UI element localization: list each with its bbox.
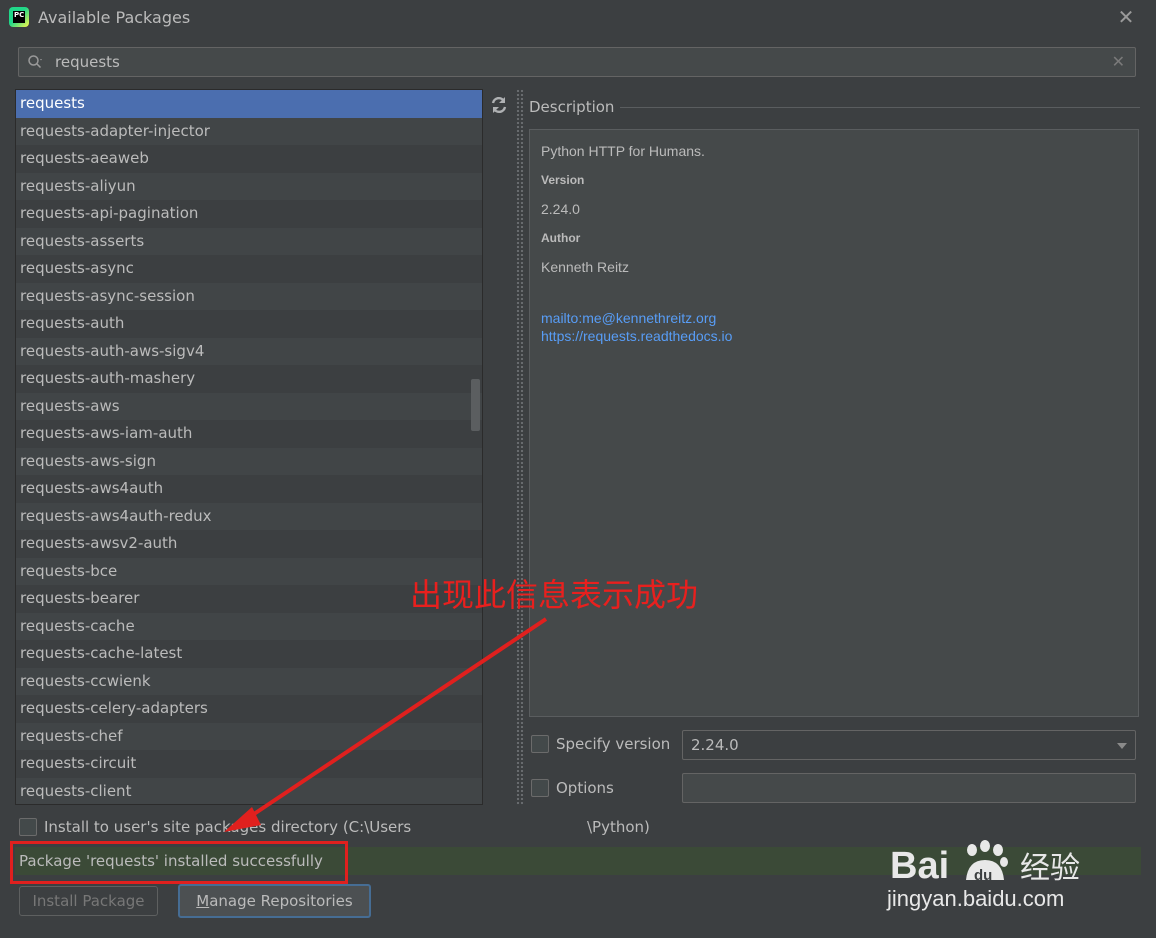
highlight-box	[10, 841, 348, 884]
options-label: Options	[556, 779, 614, 797]
package-list-item[interactable]: requests-api-pagination	[16, 200, 482, 228]
title-bar: PC Available Packages ✕	[0, 0, 1156, 36]
svg-text:Bai: Bai	[890, 845, 949, 887]
watermark-url: jingyan.baidu.com	[887, 886, 1065, 911]
panel-splitter[interactable]	[516, 89, 525, 805]
package-summary: Python HTTP for Humans.	[541, 143, 705, 159]
install-to-user-label-end: \Python)	[587, 818, 650, 836]
package-list-item[interactable]: requests-auth-mashery	[16, 365, 482, 393]
homepage-link[interactable]: https://requests.readthedocs.io	[541, 327, 1127, 345]
package-list-item[interactable]: requests-cache	[16, 612, 482, 640]
search-input[interactable]	[55, 51, 1095, 73]
package-list-scrollbar[interactable]	[471, 379, 480, 431]
package-list-item[interactable]: requests-auth-aws-sigv4	[16, 337, 482, 365]
package-list-item[interactable]: requests-aws4auth-redux	[16, 502, 482, 530]
version-header: Version	[541, 173, 585, 187]
version-value: 2.24.0	[541, 201, 580, 217]
author-value: Kenneth Reitz	[541, 259, 629, 275]
manage-repositories-button[interactable]: Manage Repositories	[178, 884, 371, 918]
package-list-item[interactable]: requests-aws-iam-auth	[16, 420, 482, 448]
close-icon[interactable]: ✕	[1114, 5, 1138, 29]
install-to-user-checkbox[interactable]	[19, 818, 37, 836]
package-list-item[interactable]: requests-adapter-injector	[16, 117, 482, 145]
search-icon	[28, 55, 42, 69]
package-list-item[interactable]: requests-celery-adapters	[16, 695, 482, 723]
package-list-item[interactable]: requests-awsv2-auth	[16, 530, 482, 558]
search-box[interactable]: ✕	[18, 47, 1136, 77]
install-to-user-label: Install to user's site packages director…	[44, 818, 412, 836]
install-package-button[interactable]: Install Package	[19, 886, 158, 916]
version-dropdown[interactable]: 2.24.0	[682, 730, 1136, 760]
chevron-down-icon	[1117, 743, 1127, 749]
description-label: Description	[529, 98, 615, 116]
package-list-item[interactable]: requests-aws4auth	[16, 475, 482, 503]
package-list-item[interactable]: requests-aliyun	[16, 172, 482, 200]
options-checkbox[interactable]	[531, 779, 549, 797]
watermark-du: du	[974, 867, 992, 884]
manage-mnemonic: M	[196, 892, 210, 910]
refresh-icon[interactable]	[488, 94, 510, 116]
annotation-text: 出现此信息表示成功	[410, 576, 699, 614]
package-list[interactable]: requests requests-adapter-injector request…	[15, 89, 483, 805]
watermark-cn: 经验	[1020, 851, 1080, 886]
author-email-link[interactable]: mailto:me@kennethreitz.org	[541, 309, 1127, 327]
package-list-item[interactable]: requests-aws	[16, 392, 482, 420]
baidu-jingyan-logo: Bai du 经验	[890, 840, 1080, 887]
package-list-item[interactable]: requests-async-session	[16, 282, 482, 310]
package-list-item[interactable]: requests	[16, 90, 482, 118]
options-input[interactable]	[682, 773, 1136, 803]
app-icon-text: PC	[13, 11, 25, 23]
specify-version-label: Specify version	[556, 735, 671, 753]
package-list-item[interactable]: requests-aeaweb	[16, 145, 482, 173]
specify-version-checkbox[interactable]	[531, 735, 549, 753]
package-list-item[interactable]: requests-async	[16, 255, 482, 283]
package-list-item[interactable]: requests-cache-latest	[16, 640, 482, 668]
package-list-item[interactable]: requests-asserts	[16, 227, 482, 255]
version-dropdown-value: 2.24.0	[691, 736, 739, 754]
description-divider	[620, 107, 1140, 108]
package-list-item[interactable]: requests-client	[16, 777, 482, 804]
package-list-item[interactable]: requests-chef	[16, 722, 482, 750]
clear-search-icon[interactable]: ✕	[1112, 52, 1125, 71]
pycharm-app-icon: PC	[9, 7, 29, 27]
description-panel: Python HTTP for Humans. Version 2.24.0 A…	[529, 129, 1139, 717]
package-list-item[interactable]: requests-auth	[16, 310, 482, 338]
manage-label: anage Repositories	[209, 892, 353, 910]
package-list-item[interactable]: requests-circuit	[16, 750, 482, 778]
author-header: Author	[541, 231, 581, 245]
package-list-item[interactable]: requests-aws-sign	[16, 447, 482, 475]
package-list-item[interactable]: requests-ccwienk	[16, 667, 482, 695]
window-title: Available Packages	[38, 8, 191, 27]
